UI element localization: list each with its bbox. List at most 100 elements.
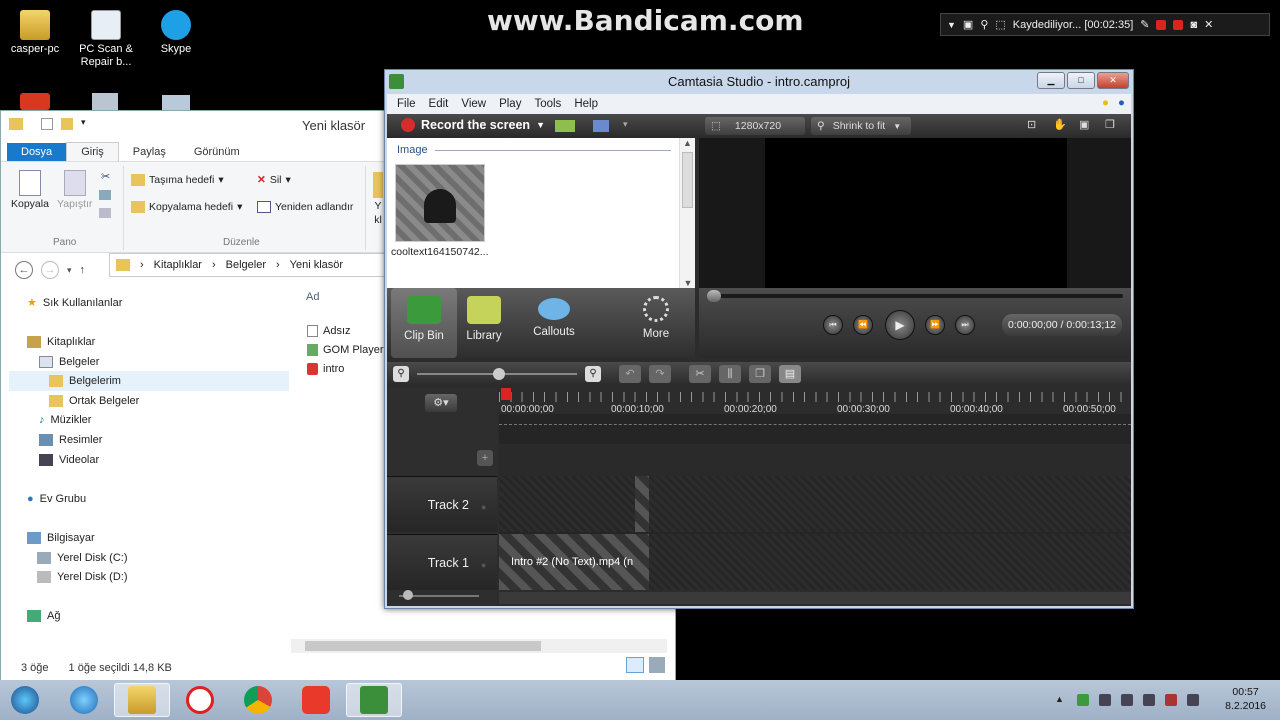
play-icon[interactable]: ▶: [885, 310, 915, 340]
rewind-icon[interactable]: ⏪: [853, 315, 873, 335]
close-icon[interactable]: ✕: [1204, 18, 1213, 31]
minimize-icon[interactable]: ▁: [1037, 72, 1065, 89]
tab-share[interactable]: Paylaş: [119, 143, 180, 161]
preview-canvas[interactable]: [765, 138, 1067, 288]
detach-icon[interactable]: ❐: [1105, 118, 1115, 131]
maximize-icon[interactable]: □: [1067, 72, 1095, 89]
menu-help[interactable]: Help: [574, 98, 598, 110]
network-signal-icon[interactable]: [1143, 694, 1155, 706]
volume-muted-icon[interactable]: [1165, 694, 1177, 706]
track-height-handle[interactable]: [403, 590, 413, 600]
stop-icon[interactable]: [1173, 19, 1184, 30]
tree-item-pictures[interactable]: Resimler: [9, 430, 289, 450]
window-icon[interactable]: ▣: [963, 18, 973, 31]
language-icon[interactable]: [1187, 694, 1199, 706]
desktop-icon-pc-scan[interactable]: PC Scan & Repair b...: [71, 6, 141, 69]
copy-to-button[interactable]: Kopyalama hedefi ▾: [131, 201, 242, 213]
tips-icon[interactable]: ●: [1102, 97, 1109, 109]
details-view-icon[interactable]: [626, 657, 644, 673]
tree-item-drive-c[interactable]: Yerel Disk (C:): [9, 548, 289, 568]
timeline-hscrollbar[interactable]: [499, 592, 1131, 604]
paste-button[interactable]: Yapıştır: [57, 170, 92, 210]
tree-item-drive-d[interactable]: Yerel Disk (D:): [9, 567, 289, 587]
back-icon[interactable]: ←: [15, 261, 33, 279]
menu-edit[interactable]: Edit: [429, 98, 449, 110]
fullscreen-icon[interactable]: ▣: [1079, 118, 1089, 131]
tree-item-homegroup[interactable]: ● Ev Grubu: [9, 489, 289, 509]
taskbar-explorer[interactable]: [114, 683, 170, 717]
add-track-icon[interactable]: +: [477, 450, 493, 466]
pause-icon[interactable]: [1156, 19, 1167, 30]
show-hidden-icons-icon[interactable]: ▲: [1055, 694, 1067, 706]
copy-path-icon[interactable]: [99, 190, 111, 200]
track-1-lock-icon[interactable]: ●: [481, 560, 486, 570]
close-icon[interactable]: ✕: [1097, 72, 1129, 89]
desktop-icon-skype[interactable]: Skype: [141, 6, 211, 56]
tree-item-my-documents[interactable]: Belgelerim: [9, 371, 289, 391]
menu-play[interactable]: Play: [499, 98, 521, 110]
record-screen-button[interactable]: Record the screen ▼: [401, 118, 545, 132]
tree-item-public-documents[interactable]: Ortak Belgeler: [9, 391, 289, 411]
menu-file[interactable]: File: [397, 98, 416, 110]
tree-item-videos[interactable]: Videolar: [9, 450, 289, 470]
import-media-icon[interactable]: [555, 120, 575, 132]
tree-item-favorites[interactable]: ★ Sık Kullanılanlar: [9, 293, 289, 313]
breadcrumb-documents[interactable]: Belgeler: [226, 259, 266, 271]
tab-view[interactable]: Görünüm: [180, 143, 254, 161]
up-icon[interactable]: ↑: [80, 264, 86, 276]
redo-icon[interactable]: ↷: [649, 365, 671, 383]
scroll-thumb[interactable]: [305, 641, 541, 651]
menu-tools[interactable]: Tools: [534, 98, 561, 110]
cut-icon[interactable]: ✂: [689, 365, 711, 383]
undo-icon[interactable]: ↶: [619, 365, 641, 383]
track-1-clip[interactable]: Intro #2 (No Text).mp4 (n: [499, 534, 649, 590]
skip-back-icon[interactable]: ⏮: [823, 315, 843, 335]
tray-app-icon[interactable]: [1077, 694, 1089, 706]
produce-share-icon[interactable]: [593, 120, 609, 132]
desktop-icon-casper-pc[interactable]: casper-pc: [0, 6, 70, 56]
tab-callouts[interactable]: Callouts: [521, 288, 587, 358]
zoom-in-icon[interactable]: ⚲: [585, 366, 601, 382]
large-icons-view-icon[interactable]: [649, 657, 665, 673]
zoom-slider-handle[interactable]: [493, 368, 505, 380]
new-folder-icon[interactable]: [61, 118, 73, 130]
delete-button[interactable]: ✕ Sil ▾: [257, 174, 291, 186]
scroll-thumb[interactable]: [682, 152, 693, 208]
new-folder-button[interactable]: Y kl: [373, 172, 383, 226]
scroll-up-icon[interactable]: ▲: [680, 138, 695, 148]
tree-item-documents[interactable]: Belgeler: [9, 352, 289, 372]
taskbar-ie[interactable]: [56, 683, 112, 717]
breadcrumb-new-folder[interactable]: Yeni klasör: [290, 259, 343, 271]
timeline-ruler[interactable]: 00:00:00;00 00:00:10;00 00:00:20;00 00:0…: [499, 388, 1131, 415]
fast-forward-icon[interactable]: ⏩: [925, 315, 945, 335]
tree-item-libraries[interactable]: Kitaplıklar: [9, 332, 289, 352]
forward-icon[interactable]: →: [41, 261, 59, 279]
region-icon[interactable]: ⬚: [995, 18, 1005, 31]
paste-icon[interactable]: ▤: [779, 365, 801, 383]
history-dropdown-icon[interactable]: ▾: [67, 265, 72, 276]
breadcrumb-libraries[interactable]: Kitaplıklar: [154, 259, 202, 271]
taskbar-yandex[interactable]: [172, 683, 228, 717]
copy-icon[interactable]: ❐: [749, 365, 771, 383]
properties-icon[interactable]: [41, 118, 53, 130]
tab-clip-bin[interactable]: Clip Bin: [391, 288, 457, 358]
pan-icon[interactable]: ✋: [1053, 118, 1067, 131]
tab-library[interactable]: Library: [451, 288, 517, 358]
tab-home[interactable]: Giriş: [66, 142, 119, 161]
bin-thumbnail[interactable]: [395, 164, 485, 242]
crop-icon[interactable]: ⊡: [1027, 118, 1036, 131]
track-2-lane[interactable]: [499, 476, 1131, 532]
clock[interactable]: 00:57 8.2.2016: [1225, 685, 1266, 713]
zoom-out-icon[interactable]: ⚲: [393, 366, 409, 382]
copy-button[interactable]: Kopyala: [11, 170, 49, 210]
horizontal-scrollbar[interactable]: [291, 639, 667, 653]
seek-bar[interactable]: [707, 294, 1123, 298]
pencil-icon[interactable]: ✎: [1140, 18, 1149, 31]
scroll-down-icon[interactable]: ▼: [680, 278, 696, 288]
search-icon[interactable]: ⚲: [980, 18, 988, 31]
tree-item-music[interactable]: ♪ Müzikler: [9, 411, 289, 431]
overflow-arrow-icon[interactable]: ▾: [623, 119, 628, 130]
taskbar-camtasia[interactable]: [346, 683, 402, 717]
start-button[interactable]: [0, 683, 50, 717]
resolution-button[interactable]: ⬚ 1280x720: [705, 117, 805, 135]
